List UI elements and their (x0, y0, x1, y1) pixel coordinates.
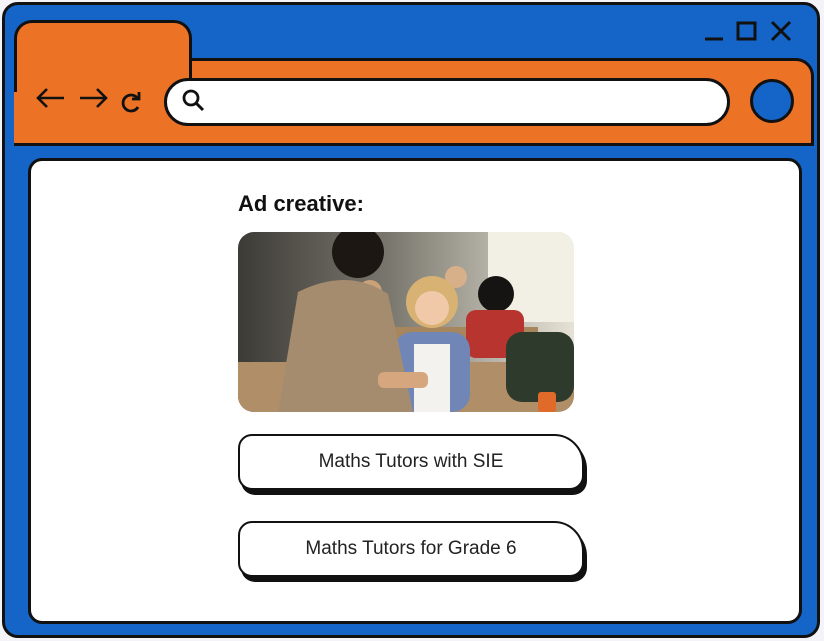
tab-join (17, 58, 189, 64)
page: Ad creative: Maths Tutors with SIE Maths… (0, 0, 824, 641)
profile-button[interactable] (750, 79, 794, 123)
reload-icon[interactable] (118, 88, 146, 116)
page-title: Ad creative: (238, 191, 364, 216)
address-input[interactable] (213, 92, 697, 112)
window-controls (704, 18, 792, 47)
classroom-photo (238, 232, 574, 412)
cta-button-sie[interactable]: Maths Tutors with SIE (238, 434, 584, 490)
search-icon (181, 88, 205, 117)
back-arrow-icon[interactable] (34, 84, 68, 112)
minimize-icon[interactable] (704, 18, 724, 47)
address-bar[interactable] (164, 78, 730, 126)
forward-arrow-icon[interactable] (76, 84, 110, 112)
browser-tab[interactable] (14, 20, 192, 92)
maximize-icon[interactable] (736, 18, 758, 47)
cta-button-grade-6[interactable]: Maths Tutors for Grade 6 (238, 521, 584, 577)
close-icon[interactable] (770, 18, 792, 47)
